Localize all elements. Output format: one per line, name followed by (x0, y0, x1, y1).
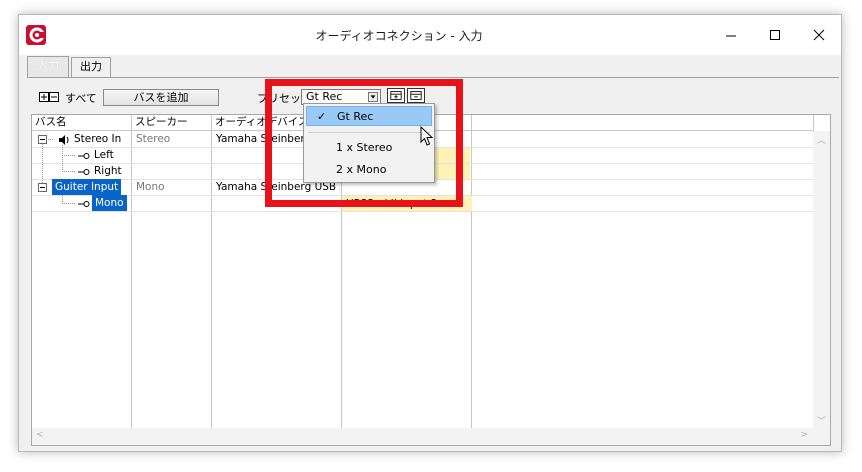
add-bus-button[interactable]: バスを追加 (103, 89, 219, 106)
column-divider (471, 131, 472, 429)
row-divider (32, 211, 814, 212)
mouse-cursor-icon (420, 126, 434, 146)
column-header-blank (472, 115, 814, 131)
horizontal-scrollbar[interactable]: < > (32, 428, 830, 445)
close-button[interactable] (797, 21, 841, 49)
tab-output[interactable]: 出力 (71, 57, 111, 77)
audio-connections-window: オーディオコネクション - 入力 入力 出力 すべて バスを追加 プリセット G… (18, 14, 842, 452)
scroll-down-icon[interactable]: ﹀ (817, 414, 826, 427)
scroll-left-icon[interactable]: < (36, 430, 44, 440)
channel-port-icon (78, 201, 90, 207)
channel-mono[interactable]: Mono (92, 195, 127, 211)
vertical-scrollbar[interactable]: ︿ ﹀ (813, 131, 830, 429)
column-header-bus-name[interactable]: バス名 (32, 115, 132, 131)
bus-name-guiter-input[interactable]: Guiter Input (52, 179, 122, 195)
speaker-icon (59, 135, 69, 145)
title-bar: オーディオコネクション - 入力 (19, 15, 841, 55)
window-title: オーディオコネクション - 入力 (315, 29, 483, 43)
tab-divider (27, 77, 839, 78)
minimize-button[interactable] (709, 21, 753, 49)
channel-left[interactable]: Left (94, 147, 114, 163)
scroll-right-icon[interactable]: > (800, 430, 808, 440)
maximize-button[interactable] (753, 21, 797, 49)
maximize-icon (770, 30, 780, 40)
column-divider (211, 131, 212, 429)
minimize-icon (726, 35, 736, 37)
scroll-up-icon[interactable]: ︿ (817, 133, 826, 146)
bus-name-stereo-in[interactable]: Stereo In (74, 131, 121, 147)
close-icon (813, 29, 825, 41)
speaker-cell: Mono (136, 181, 165, 193)
channel-port-icon (78, 153, 90, 159)
expand-all-label: すべて (65, 92, 97, 105)
tab-input[interactable]: 入力 (27, 56, 69, 78)
expand-collapse-all-icon[interactable] (39, 92, 59, 103)
channel-right[interactable]: Right (94, 163, 122, 179)
channel-port-icon (78, 169, 90, 175)
speaker-cell: Stereo (136, 133, 171, 145)
column-header-speaker[interactable]: スピーカー (132, 115, 212, 131)
